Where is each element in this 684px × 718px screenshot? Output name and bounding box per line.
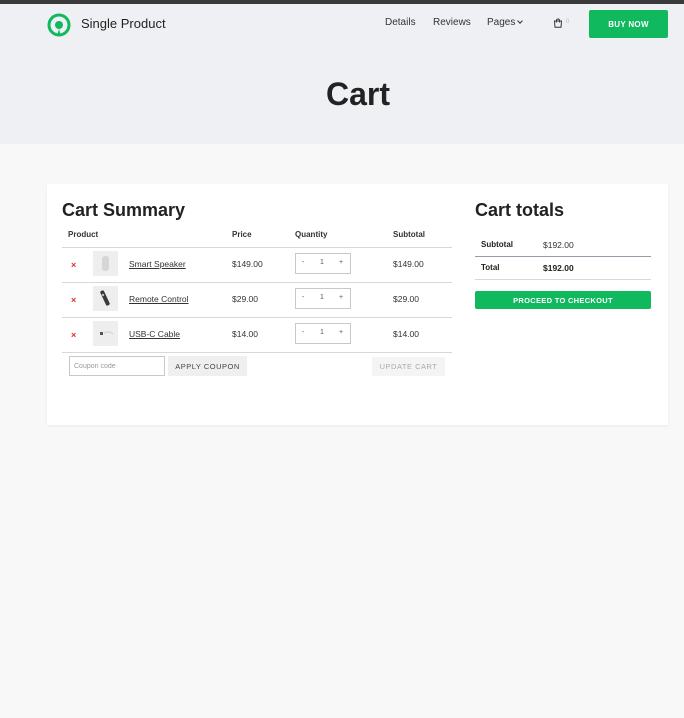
cart-row-usb-c-cable: × USB-C Cable $14.00 - 1 + $14.00 bbox=[62, 317, 452, 352]
column-header-subtotal: Subtotal bbox=[393, 230, 425, 239]
quantity-input[interactable]: 1 bbox=[320, 329, 324, 336]
usb-c-cable-thumbnail bbox=[93, 321, 118, 346]
update-cart-button[interactable]: UPDATE CART bbox=[372, 357, 445, 376]
column-header-quantity: Quantity bbox=[295, 230, 328, 239]
increase-qty-button[interactable]: + bbox=[339, 259, 343, 266]
quantity-input[interactable]: 1 bbox=[320, 294, 324, 301]
quantity-stepper: - 1 + bbox=[295, 288, 351, 309]
remove-item-button[interactable]: × bbox=[71, 330, 76, 340]
decrease-qty-button[interactable]: - bbox=[302, 294, 304, 301]
page-header: Single Product Details Reviews Pages 0 B… bbox=[0, 4, 684, 144]
nav-reviews[interactable]: Reviews bbox=[433, 17, 471, 28]
cart-summary-title: Cart Summary bbox=[62, 200, 186, 220]
nav-pages-label: Pages bbox=[487, 17, 516, 28]
nav-details[interactable]: Details bbox=[385, 17, 416, 28]
smart-speaker-thumbnail bbox=[93, 251, 118, 276]
subtotal-label: Subtotal bbox=[481, 240, 513, 249]
shopping-bag-icon[interactable] bbox=[553, 18, 563, 28]
total-label: Total bbox=[481, 263, 500, 272]
remove-item-button[interactable]: × bbox=[71, 295, 76, 305]
chevron-down-icon bbox=[517, 18, 524, 24]
item-subtotal: $14.00 bbox=[393, 329, 419, 339]
product-link[interactable]: USB-C Cable bbox=[129, 329, 180, 339]
proceed-to-checkout-button[interactable]: PROCEED TO CHECKOUT bbox=[475, 291, 651, 309]
quantity-stepper: - 1 + bbox=[295, 253, 351, 274]
increase-qty-button[interactable]: + bbox=[339, 329, 343, 336]
quantity-input[interactable]: 1 bbox=[320, 259, 324, 266]
totals-divider bbox=[475, 279, 651, 280]
location-pin-logo[interactable] bbox=[47, 13, 71, 37]
column-header-price: Price bbox=[232, 230, 252, 239]
coupon-code-input[interactable] bbox=[69, 356, 165, 376]
decrease-qty-button[interactable]: - bbox=[302, 329, 304, 336]
page-title: Cart bbox=[325, 76, 390, 112]
product-link[interactable]: Remote Control bbox=[129, 294, 189, 304]
cart-totals-title: Cart totals bbox=[475, 200, 565, 220]
apply-coupon-button[interactable]: APPLY COUPON bbox=[168, 356, 247, 376]
column-header-product: Product bbox=[68, 230, 99, 239]
buy-now-button[interactable]: BUY NOW bbox=[589, 10, 668, 38]
quantity-stepper: - 1 + bbox=[295, 323, 351, 344]
subtotal-value: $192.00 bbox=[543, 240, 574, 250]
product-link[interactable]: Smart Speaker bbox=[129, 259, 186, 269]
cart-row-smart-speaker: × Smart Speaker $149.00 - 1 + $149.00 bbox=[62, 247, 452, 282]
item-subtotal: $29.00 bbox=[393, 294, 419, 304]
cart-count-badge: 0 bbox=[566, 19, 570, 25]
item-subtotal: $149.00 bbox=[393, 259, 424, 269]
remove-item-button[interactable]: × bbox=[71, 260, 76, 270]
remote-control-thumbnail bbox=[93, 286, 118, 311]
decrease-qty-button[interactable]: - bbox=[302, 259, 304, 266]
item-price: $14.00 bbox=[232, 329, 258, 339]
item-price: $149.00 bbox=[232, 259, 263, 269]
nav-pages[interactable]: Pages bbox=[487, 17, 524, 28]
increase-qty-button[interactable]: + bbox=[339, 294, 343, 301]
totals-divider bbox=[475, 256, 651, 257]
item-price: $29.00 bbox=[232, 294, 258, 304]
cart-row-remote-control: × Remote Control $29.00 - 1 + $29.00 bbox=[62, 282, 452, 317]
row-divider bbox=[62, 352, 452, 353]
total-value: $192.00 bbox=[543, 263, 574, 273]
site-brand[interactable]: Single Product bbox=[81, 16, 166, 31]
